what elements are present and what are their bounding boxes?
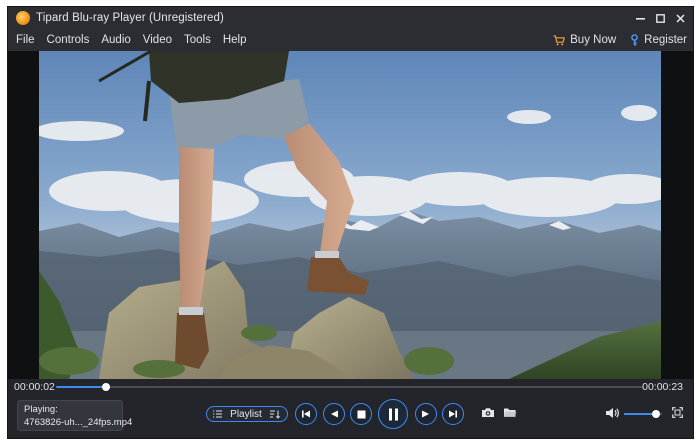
fast-forward-icon <box>422 410 429 418</box>
control-bar: Playing: 4763826-uh..._24fps.mp4 Playlis… <box>8 395 693 438</box>
fullscreen-button[interactable] <box>672 407 683 418</box>
playlist-button[interactable]: Playlist <box>206 406 288 422</box>
register-label: Register <box>644 34 687 46</box>
buy-now-label: Buy Now <box>570 34 617 46</box>
playlist-label: Playlist <box>230 408 262 420</box>
cart-icon <box>553 34 565 45</box>
seek-bar[interactable] <box>56 383 643 391</box>
video-scene <box>39 51 661 379</box>
menu-video[interactable]: Video <box>143 34 172 46</box>
menu-audio[interactable]: Audio <box>101 34 130 46</box>
close-icon <box>675 13 685 23</box>
register-button[interactable]: Register <box>630 34 687 46</box>
menu-actions: Buy Now Register <box>539 29 687 51</box>
menu-tools[interactable]: Tools <box>184 34 211 46</box>
previous-button[interactable] <box>295 403 317 425</box>
volume-icon <box>606 408 619 418</box>
fullscreen-icon <box>672 407 683 418</box>
player-window: Tipard Blu-ray Player (Unregistered) Fil… <box>7 6 694 439</box>
seek-progress <box>56 386 107 388</box>
next-button[interactable] <box>442 403 464 425</box>
seek-row: 00:00:02 00:00:23 <box>8 379 693 395</box>
now-playing-box: Playing: 4763826-uh..._24fps.mp4 <box>17 400 133 431</box>
key-icon <box>631 34 638 46</box>
minimize-icon <box>635 17 645 20</box>
folder-icon <box>504 408 517 417</box>
window-controls <box>629 7 689 29</box>
video-area[interactable] <box>8 51 693 379</box>
minimize-button[interactable] <box>631 9 649 27</box>
buy-now-button[interactable]: Buy Now <box>553 34 616 46</box>
pause-icon <box>388 408 398 420</box>
snapshot-button[interactable] <box>481 407 495 418</box>
maximize-button[interactable] <box>651 9 669 27</box>
menu-bar: File Controls Audio Video Tools Help Buy… <box>8 29 693 51</box>
now-playing-file: 4763826-uh..._24fps.mp4 <box>24 417 133 428</box>
menu-help[interactable]: Help <box>223 34 247 46</box>
volume-button[interactable] <box>605 407 620 419</box>
title-bar: Tipard Blu-ray Player (Unregistered) <box>8 7 693 29</box>
menu-file[interactable]: File <box>16 34 35 46</box>
volume-handle[interactable] <box>652 410 661 418</box>
now-playing-label: Playing: <box>24 404 58 415</box>
elapsed-time: 00:00:02 <box>14 381 55 393</box>
app-logo-icon <box>16 11 30 25</box>
fast-forward-button[interactable] <box>415 403 437 425</box>
pause-button[interactable] <box>378 399 408 429</box>
maximize-icon <box>655 13 665 23</box>
close-button[interactable] <box>671 9 689 27</box>
stop-icon <box>357 410 365 418</box>
volume-slider[interactable] <box>624 410 662 418</box>
next-icon <box>449 410 457 418</box>
rewind-icon <box>331 410 338 418</box>
seek-handle[interactable] <box>102 383 111 391</box>
video-frame <box>39 51 661 379</box>
menu-controls[interactable]: Controls <box>47 34 90 46</box>
camera-icon <box>482 408 494 417</box>
stop-button[interactable] <box>350 403 372 425</box>
window-title: Tipard Blu-ray Player (Unregistered) <box>36 12 224 24</box>
previous-icon <box>302 410 310 418</box>
total-time: 00:00:23 <box>642 381 683 393</box>
open-folder-button[interactable] <box>503 407 517 418</box>
rewind-button[interactable] <box>323 403 345 425</box>
sort-icon[interactable] <box>270 410 281 419</box>
list-icon <box>213 410 222 418</box>
